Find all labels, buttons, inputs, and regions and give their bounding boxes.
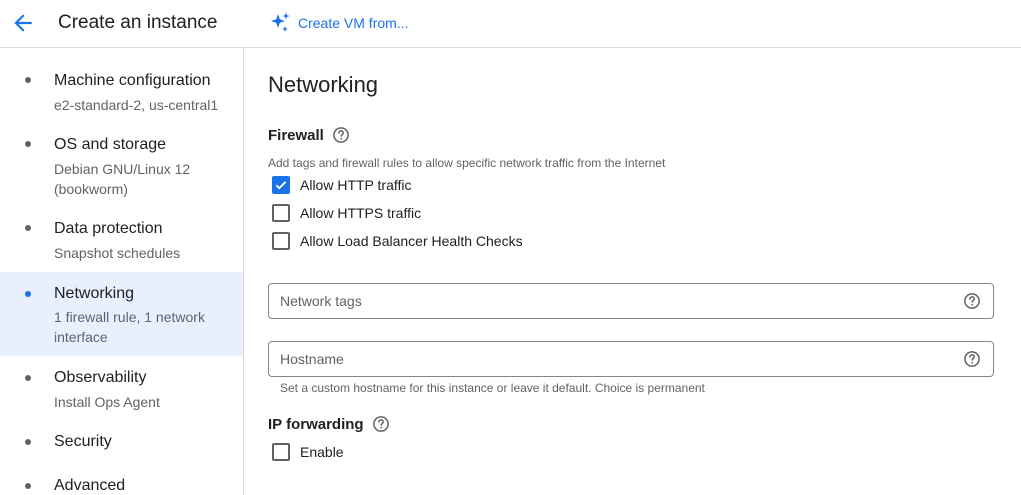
help-icon[interactable] [963,292,981,310]
sidebar-item-security[interactable]: Security [0,424,243,460]
allow-http-label: Allow HTTP traffic [300,177,412,193]
sparkle-icon [271,12,290,32]
allow-lb-health-checks-checkbox-row[interactable]: Allow Load Balancer Health Checks [272,231,523,251]
ip-forwarding-enable-checkbox[interactable] [272,443,290,461]
network-tags-input[interactable] [280,293,955,309]
sidebar-item-advanced[interactable]: Advanced [0,468,243,495]
sidebar-item-title: Machine configuration [54,72,211,89]
sidebar-item-subtitle: Install Ops Agent [54,394,160,410]
firewall-heading: Firewall [268,126,350,144]
sidebar-item-subtitle: 1 firewall rule, 1 network interface [54,309,205,345]
network-tags-field[interactable] [268,283,994,319]
create-vm-label: Create VM from... [298,15,409,31]
allow-http-checkbox[interactable] [272,176,290,194]
back-button[interactable] [10,10,36,36]
allow-https-checkbox[interactable] [272,204,290,222]
sidebar-nav: Machine configuration e2-standard-2, us-… [0,48,244,495]
help-icon[interactable] [963,350,981,368]
sidebar-item-title: OS and storage [54,136,167,153]
bullet-icon [25,439,31,445]
bullet-icon [25,291,31,297]
create-vm-from-button[interactable]: Create VM from... [268,11,408,35]
sidebar-item-title: Data protection [54,220,163,237]
bullet-icon [25,483,31,489]
firewall-description: Add tags and firewall rules to allow spe… [268,156,666,170]
allow-lb-health-checks-checkbox[interactable] [272,232,290,250]
bullet-icon [25,77,31,83]
allow-http-checkbox-row[interactable]: Allow HTTP traffic [272,175,412,195]
ip-forwarding-enable-row[interactable]: Enable [272,442,344,462]
sidebar-item-title: Observability [54,369,147,386]
check-icon [275,181,287,190]
sidebar-item-title: Advanced [54,477,126,494]
page-title: Create an instance [58,12,218,33]
bullet-icon [25,225,31,231]
networking-panel: Networking Firewall Add tags and firewal… [268,48,998,495]
help-icon[interactable] [372,415,390,433]
sidebar-item-subtitle: e2-standard-2, us-central1 [54,97,219,113]
section-title: Networking [268,72,379,97]
ip-forwarding-enable-label: Enable [300,444,344,460]
sidebar-item-data-protection[interactable]: Data protection Snapshot schedules [0,210,243,268]
sidebar-item-title: Security [54,433,112,450]
allow-lb-health-checks-label: Allow Load Balancer Health Checks [300,233,523,249]
ip-forwarding-heading-label: IP forwarding [268,415,364,433]
sidebar-item-os-and-storage[interactable]: OS and storage Debian GNU/Linux 12 (book… [0,126,243,206]
sidebar-item-observability[interactable]: Observability Install Ops Agent [0,360,243,418]
bullet-icon [25,141,31,147]
firewall-heading-label: Firewall [268,126,324,144]
ip-forwarding-heading: IP forwarding [268,415,390,433]
top-bar: Create an instance Create VM from... [0,0,1021,48]
sidebar-item-machine-configuration[interactable]: Machine configuration e2-standard-2, us-… [0,62,243,122]
sidebar-item-subtitle: Debian GNU/Linux 12 (bookworm) [54,161,191,197]
bullet-icon [25,375,31,381]
sidebar-item-networking[interactable]: Networking 1 firewall rule, 1 network in… [0,272,243,356]
sidebar-item-subtitle: Snapshot schedules [54,245,181,261]
hostname-hint: Set a custom hostname for this instance … [280,381,705,395]
hostname-input[interactable] [280,351,955,367]
arrow-back-icon [14,14,32,32]
allow-https-checkbox-row[interactable]: Allow HTTPS traffic [272,203,421,223]
hostname-field[interactable] [268,341,994,377]
help-icon[interactable] [332,126,350,144]
sidebar-item-title: Networking [54,285,135,302]
allow-https-label: Allow HTTPS traffic [300,205,422,221]
